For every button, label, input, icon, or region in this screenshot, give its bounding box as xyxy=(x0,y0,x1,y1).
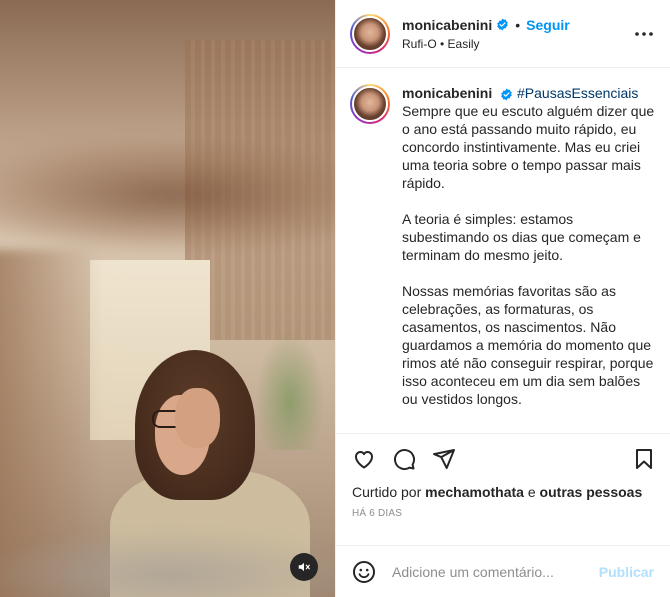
comment-bar: Publicar xyxy=(336,545,670,597)
foreground-blur-bottom xyxy=(0,530,335,597)
action-bar xyxy=(336,434,670,484)
likes-summary: Curtido por mechamothata e outras pessoa… xyxy=(336,484,670,502)
likes-user-link[interactable]: mechamothata xyxy=(425,484,524,500)
share-icon[interactable] xyxy=(432,447,456,471)
likes-connector: e xyxy=(527,484,536,500)
bookmark-icon[interactable] xyxy=(632,447,656,471)
hashtag-link[interactable]: #PausasEssenciais xyxy=(517,85,638,101)
post-header: monicabenini • Seguir Rufi-O • Easily xyxy=(336,0,670,68)
post-sidebar: monicabenini • Seguir Rufi-O • Easily mo… xyxy=(335,0,670,597)
caption-paragraph-1: Sempre que eu escuto alguém dizer que o … xyxy=(402,103,655,191)
publish-button[interactable]: Publicar xyxy=(599,564,654,580)
person-hand xyxy=(175,388,220,448)
caption-username[interactable]: monicabenini xyxy=(402,85,492,101)
audio-muted-icon[interactable] xyxy=(290,553,318,581)
verified-badge-icon xyxy=(501,88,512,101)
header-username[interactable]: monicabenini xyxy=(402,17,492,33)
background-plant xyxy=(255,330,325,450)
comment-icon[interactable] xyxy=(392,447,416,471)
post-media[interactable] xyxy=(0,0,335,597)
follow-button[interactable]: Seguir xyxy=(526,17,570,33)
foreground-blur-top xyxy=(0,140,335,250)
caption-avatar[interactable] xyxy=(350,84,390,124)
separator-dot: • xyxy=(515,16,521,33)
caption-text: monicabenini #PausasEssenciais Sempre qu… xyxy=(402,84,656,433)
more-options-icon[interactable] xyxy=(632,22,656,46)
likes-prefix: Curtido por xyxy=(352,484,422,500)
verified-badge-icon xyxy=(497,18,509,31)
avatar[interactable] xyxy=(350,13,390,54)
audio-label[interactable]: Rufi-O • Easily xyxy=(402,37,632,51)
comment-input[interactable] xyxy=(392,563,599,580)
post-timestamp[interactable]: HÁ 6 DIAS xyxy=(336,508,670,532)
caption-paragraph-2: A teoria é simples: estamos subestimando… xyxy=(402,211,641,263)
heart-icon[interactable] xyxy=(352,447,376,471)
caption-paragraph-3: Nossas memórias favoritas são as celebra… xyxy=(402,283,654,407)
emoji-icon[interactable] xyxy=(352,560,376,584)
likes-others-link[interactable]: outras pessoas xyxy=(540,484,643,500)
caption-section: monicabenini #PausasEssenciais Sempre qu… xyxy=(336,68,670,434)
